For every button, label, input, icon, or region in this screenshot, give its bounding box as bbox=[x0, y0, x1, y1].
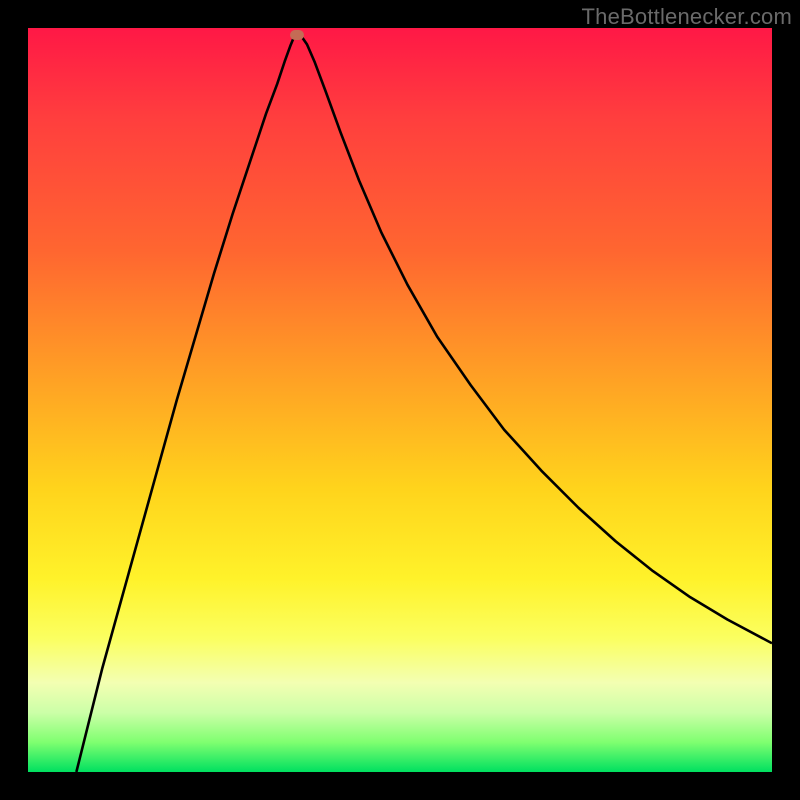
minimum-marker bbox=[290, 30, 304, 40]
bottleneck-curve bbox=[76, 35, 772, 772]
watermark-text: TheBottlenecker.com bbox=[582, 4, 792, 30]
curve-svg bbox=[28, 28, 772, 772]
chart-frame: TheBottlenecker.com bbox=[0, 0, 800, 800]
plot-area bbox=[28, 28, 772, 772]
